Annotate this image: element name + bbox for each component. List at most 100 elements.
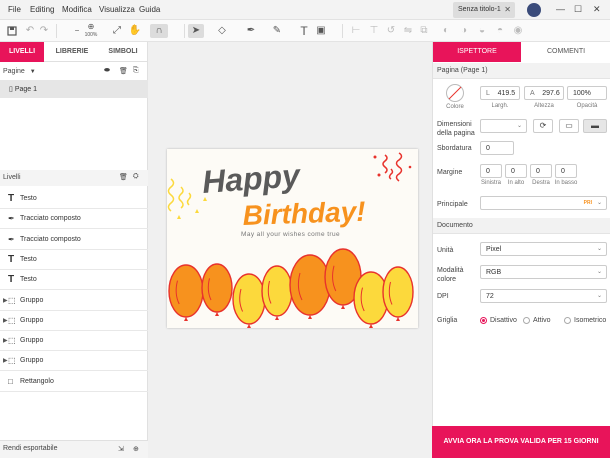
- margin-field[interactable]: 0: [555, 164, 577, 178]
- grid-radio[interactable]: [523, 317, 530, 324]
- arrange-icon[interactable]: ⧉: [418, 24, 430, 38]
- pages-label: Pagine: [3, 68, 25, 75]
- color-mode-select[interactable]: RGB ⌄: [480, 265, 607, 279]
- color-label: Colore: [446, 104, 464, 110]
- flip-icon[interactable]: ⇋: [402, 24, 414, 38]
- margin-field[interactable]: 0: [530, 164, 552, 178]
- trash-icon[interactable]: 🗑: [119, 173, 128, 181]
- chevron-down-icon: ⌄: [596, 246, 602, 252]
- avatar[interactable]: [527, 3, 541, 17]
- maximize-button[interactable]: ☐: [574, 4, 582, 15]
- portrait-icon[interactable]: ▭: [559, 119, 579, 133]
- grid-label: Griglia: [437, 317, 458, 324]
- window-close-button[interactable]: ✕: [593, 4, 601, 15]
- bleed-field[interactable]: 0: [480, 141, 514, 155]
- pencil-tool-icon[interactable]: ✎: [270, 24, 284, 38]
- redo-icon[interactable]: ↷: [38, 24, 50, 38]
- orientation-icon[interactable]: ⟳: [533, 119, 553, 133]
- layer-row[interactable]: ✒ Tracciato composto: [0, 209, 148, 230]
- layer-row[interactable]: T Testo: [0, 250, 148, 270]
- layer-row[interactable]: ✒ Tracciato composto: [0, 230, 148, 250]
- expand-arrow-icon[interactable]: ▶: [3, 351, 8, 371]
- boolean-intersect-icon[interactable]: ◒: [476, 24, 488, 38]
- balloon: [382, 266, 414, 318]
- color-swatch[interactable]: [446, 84, 464, 102]
- menu-view[interactable]: Visualizza: [99, 5, 135, 14]
- close-tab-icon[interactable]: ✕: [504, 5, 511, 14]
- margin-caption: Sinistra: [480, 180, 501, 186]
- document-tab[interactable]: Senza titolo-1 ✕: [453, 2, 515, 18]
- layer-row[interactable]: T Testo: [0, 189, 148, 209]
- mask-icon[interactable]: ◉: [512, 24, 524, 38]
- add-page-icon[interactable]: ⎘: [133, 67, 139, 75]
- toggle-icon[interactable]: ⬬: [104, 67, 110, 75]
- layer-row[interactable]: T Testo: [0, 270, 148, 291]
- menu-file[interactable]: File: [8, 5, 21, 14]
- tab-symbols[interactable]: SIMBOLI: [100, 42, 146, 62]
- boolean-exclude-icon[interactable]: ◓: [494, 24, 506, 38]
- text-icon: T: [8, 193, 15, 204]
- chevron-down-icon[interactable]: ▼: [30, 69, 36, 75]
- margin-field[interactable]: 0: [480, 164, 502, 178]
- save-icon[interactable]: [6, 24, 18, 38]
- menu-guide[interactable]: Guida: [139, 5, 160, 14]
- margin-caption: Destra: [532, 180, 550, 186]
- snap-magnet-icon[interactable]: ∩: [150, 24, 168, 38]
- height-field[interactable]: A 297.6: [524, 86, 564, 100]
- tab-layers[interactable]: LIVELLI: [0, 42, 44, 62]
- opacity-field[interactable]: 100%: [567, 86, 607, 100]
- expand-arrow-icon[interactable]: ▶: [3, 331, 8, 351]
- add-export-icon[interactable]: ⊕: [133, 445, 139, 453]
- layer-row[interactable]: ▶ ⬚ Gruppo: [0, 291, 148, 311]
- tab-libraries[interactable]: LIBRERIE: [48, 42, 96, 62]
- trash-icon[interactable]: 🗑: [119, 67, 128, 75]
- menu-modify[interactable]: Modifica: [62, 5, 92, 14]
- grid-radio[interactable]: [564, 317, 571, 324]
- layer-row[interactable]: ▶ ⬚ Gruppo: [0, 331, 148, 352]
- balloon: [201, 263, 233, 313]
- text-tool-icon[interactable]: T: [298, 24, 310, 38]
- zoom-level[interactable]: 100%: [83, 31, 99, 39]
- landscape-icon[interactable]: ▬: [583, 119, 607, 133]
- align-center-icon[interactable]: ⊤: [368, 24, 380, 38]
- export-icon[interactable]: ⇲: [118, 445, 124, 453]
- expand-arrow-icon[interactable]: ▶: [3, 291, 8, 311]
- left-panel: LIVELLI LIBRERIE SIMBOLI Pagine ▼ ⬬ 🗑 ⎘ …: [0, 42, 148, 458]
- page-item[interactable]: ▯ Page 1: [0, 80, 148, 98]
- layer-options-icon[interactable]: ⛭: [133, 173, 139, 181]
- shape-tool-icon[interactable]: ◇: [214, 24, 230, 38]
- align-left-icon[interactable]: ⊢: [350, 24, 362, 38]
- height-value: 297.6: [542, 90, 560, 97]
- hand-tool-icon[interactable]: ✋: [128, 24, 142, 38]
- image-tool-icon[interactable]: ▣: [314, 24, 328, 38]
- tab-comments[interactable]: COMMENTI: [521, 42, 610, 62]
- width-field[interactable]: L 419.5: [480, 86, 520, 100]
- boolean-union-icon[interactable]: ◐: [440, 24, 452, 38]
- title-bar: File Editing Modifica Visualizza Guida S…: [0, 0, 610, 20]
- zoom-out-icon[interactable]: −: [72, 24, 82, 38]
- trial-button[interactable]: AVVIA ORA LA PROVA VALIDA PER 15 GIORNI: [432, 426, 610, 458]
- layer-label: Rettangolo: [20, 377, 54, 385]
- pen-tool-icon[interactable]: ✒: [244, 24, 258, 38]
- margin-field[interactable]: 0: [505, 164, 527, 178]
- tab-inspector[interactable]: ISPETTORE: [433, 42, 521, 62]
- boolean-subtract-icon[interactable]: ◑: [458, 24, 470, 38]
- select-tool-icon[interactable]: ➤: [188, 24, 204, 38]
- artboard[interactable]: Happy Birthday! May all your wishes come…: [167, 149, 418, 328]
- layer-row[interactable]: ▶ ⬚ Gruppo: [0, 311, 148, 331]
- expand-arrow-icon[interactable]: ▶: [3, 311, 8, 331]
- main-select[interactable]: PRI ⌄: [480, 196, 607, 210]
- menu-edit[interactable]: Editing: [30, 5, 54, 14]
- layer-row[interactable]: □ Rettangolo: [0, 372, 148, 392]
- minimize-button[interactable]: —: [556, 4, 565, 14]
- unit-select[interactable]: Pixel ⌄: [480, 242, 607, 256]
- rotate-icon[interactable]: ↺: [385, 24, 397, 38]
- grid-radio[interactable]: [480, 317, 487, 324]
- layer-label: Gruppo: [20, 357, 44, 365]
- layer-label: Testo: [20, 195, 37, 202]
- layer-row[interactable]: ▶ ⬚ Gruppo: [0, 351, 148, 372]
- undo-icon[interactable]: ↶: [24, 24, 36, 38]
- page-size-select[interactable]: ⌄: [480, 119, 527, 133]
- fit-screen-icon[interactable]: ⤢: [111, 24, 123, 38]
- dpi-select[interactable]: 72 ⌄: [480, 289, 607, 303]
